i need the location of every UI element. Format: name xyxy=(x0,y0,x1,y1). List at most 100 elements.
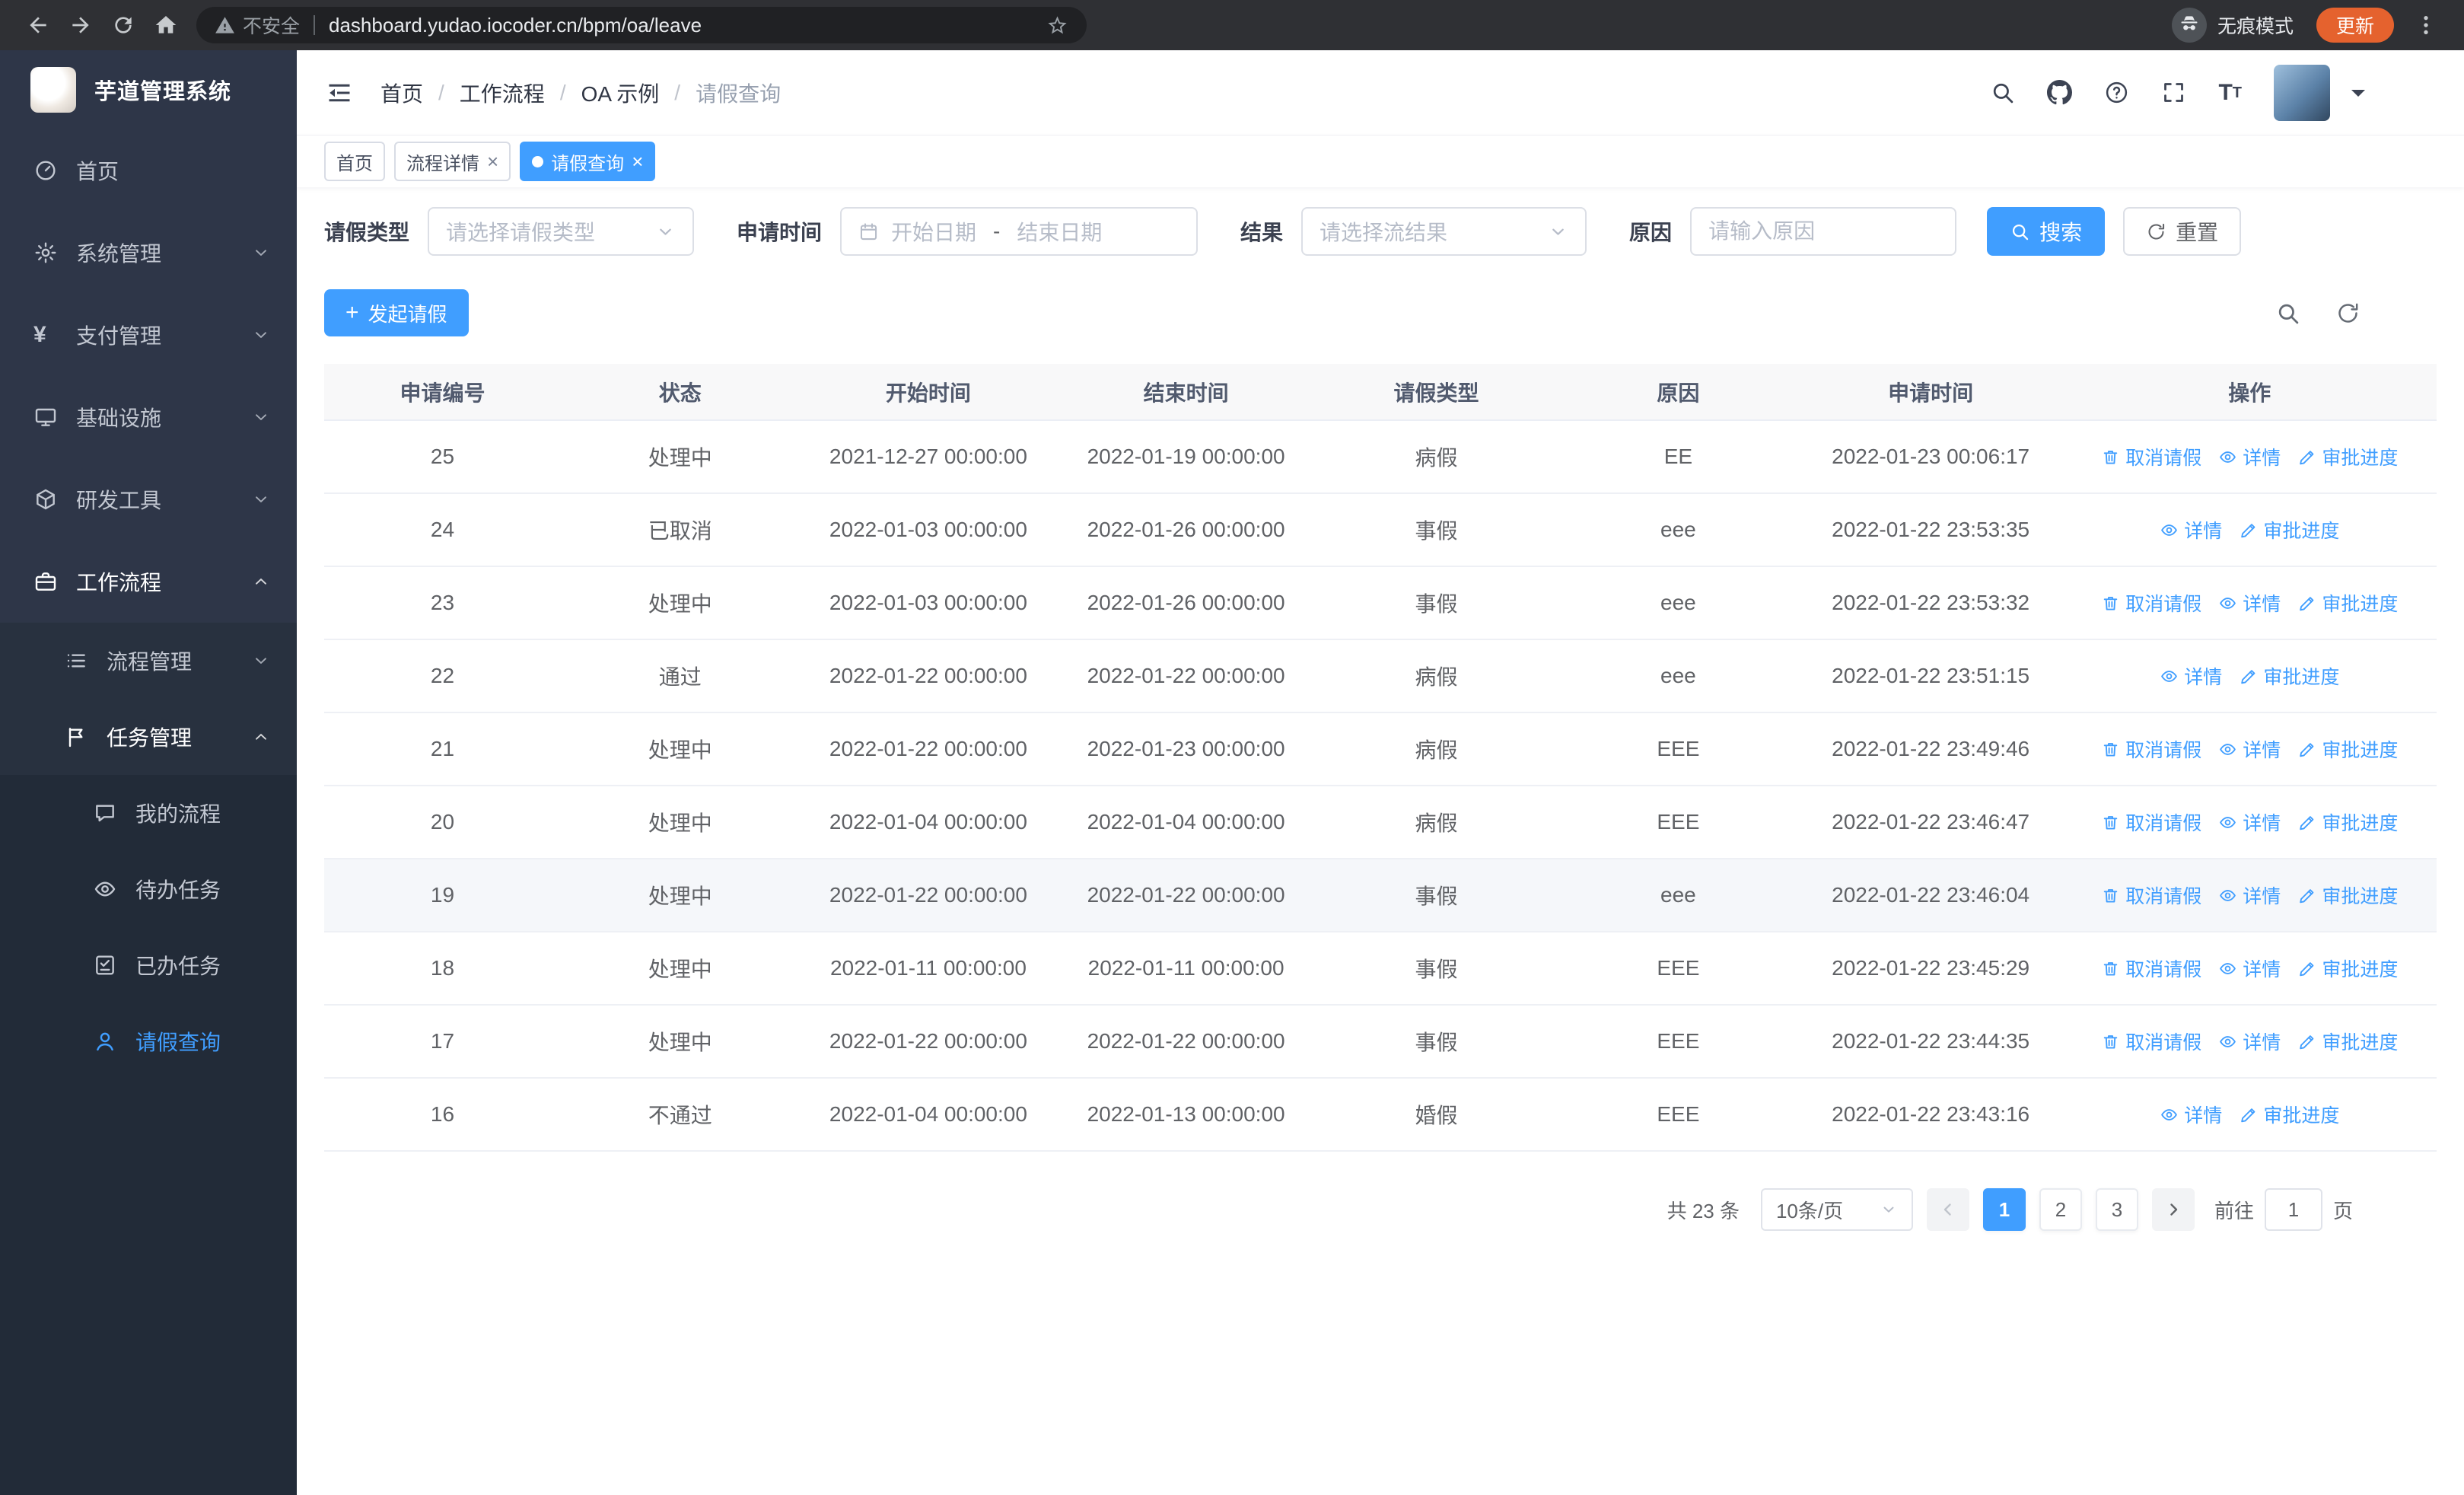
detail-link[interactable]: 详情 xyxy=(2218,735,2281,763)
chrome-update-button[interactable]: 更新 xyxy=(2316,8,2394,43)
approval-progress-link[interactable]: 审批进度 xyxy=(2239,1101,2339,1128)
table-row: 17 处理中 2022-01-22 00:00:00 2022-01-22 00:00… xyxy=(324,1005,2437,1079)
leave-type-select[interactable]: 请选择请假类型 xyxy=(428,207,695,256)
sidebar-item-payment[interactable]: ¥ 支付管理 xyxy=(0,294,297,376)
sidebar: 芋道管理系统 首页 系统管理 ¥ 支付管理 基础设施 研发工具 工作流程 流程管理 任务管理 我的… xyxy=(0,50,297,1495)
approval-progress-link[interactable]: 审批进度 xyxy=(2297,589,2398,617)
cell-reason: EEE xyxy=(1558,1005,1799,1079)
browser-forward-button[interactable] xyxy=(59,4,102,46)
cancel-leave-link[interactable]: 取消请假 xyxy=(2101,881,2201,909)
prev-page-button[interactable] xyxy=(1926,1188,1969,1231)
tab-label: 请假查询 xyxy=(551,153,625,174)
github-icon[interactable] xyxy=(2047,80,2073,105)
breadcrumb-oa-example[interactable]: OA 示例 xyxy=(581,78,660,108)
approval-progress-link[interactable]: 审批进度 xyxy=(2239,662,2339,690)
result-select[interactable]: 请选择流结果 xyxy=(1301,207,1587,256)
cell-start-time: 2022-01-04 00:00:00 xyxy=(799,1078,1058,1152)
page-button-1[interactable]: 1 xyxy=(1982,1188,2026,1231)
tab-home[interactable]: 首页 xyxy=(324,142,385,181)
approval-progress-link[interactable]: 审批进度 xyxy=(2297,955,2398,982)
cancel-leave-link[interactable]: 取消请假 xyxy=(2101,735,2201,763)
sidebar-item-system[interactable]: 系统管理 xyxy=(0,212,297,294)
cell-reason: EEE xyxy=(1558,712,1799,786)
page-button-3[interactable]: 3 xyxy=(2095,1188,2138,1231)
eye-icon xyxy=(2218,886,2237,905)
sidebar-item-devtools[interactable]: 研发工具 xyxy=(0,458,297,540)
approval-progress-link[interactable]: 审批进度 xyxy=(2297,808,2398,836)
sidebar-fill xyxy=(0,1079,297,1495)
sidebar-item-home[interactable]: 首页 xyxy=(0,129,297,212)
bookmark-star-icon[interactable] xyxy=(1046,14,1068,37)
browser-reload-button[interactable] xyxy=(102,4,145,46)
trash-icon xyxy=(2101,594,2120,613)
cancel-leave-link[interactable]: 取消请假 xyxy=(2101,808,2201,836)
apply-time-range-picker[interactable]: 开始日期 - 结束日期 xyxy=(840,207,1199,256)
detail-link[interactable]: 详情 xyxy=(2218,1028,2281,1055)
sidebar-item-done-tasks[interactable]: 已办任务 xyxy=(0,927,297,1003)
task-icon xyxy=(64,725,90,749)
toggle-search-icon[interactable] xyxy=(2275,301,2300,326)
sidebar-item-task-management[interactable]: 任务管理 xyxy=(0,699,297,775)
cell-reason: eee xyxy=(1558,566,1799,640)
refresh-table-icon[interactable] xyxy=(2335,301,2361,326)
approval-progress-link[interactable]: 审批进度 xyxy=(2239,516,2339,543)
browser-back-button[interactable] xyxy=(17,4,59,46)
screen: 不安全 dashboard.yudao.iocoder.cn/bpm/oa/le… xyxy=(0,0,2464,1495)
sidebar-item-process-management[interactable]: 流程管理 xyxy=(0,623,297,699)
sidebar-item-todo-tasks[interactable]: 待办任务 xyxy=(0,851,297,927)
cell-actions: 详情 审批进度 xyxy=(2062,493,2437,567)
fullscreen-icon[interactable] xyxy=(2161,80,2186,105)
cancel-leave-link[interactable]: 取消请假 xyxy=(2101,589,2201,617)
sidebar-item-leave-query[interactable]: 请假查询 xyxy=(0,1003,297,1079)
cancel-leave-link[interactable]: 取消请假 xyxy=(2101,1028,2201,1055)
help-icon[interactable] xyxy=(2104,80,2129,105)
detail-link[interactable]: 详情 xyxy=(2218,443,2281,470)
breadcrumb-current: 请假查询 xyxy=(696,81,782,106)
pen-icon xyxy=(2297,813,2316,832)
detail-link[interactable]: 详情 xyxy=(2218,589,2281,617)
approval-progress-link[interactable]: 审批进度 xyxy=(2297,881,2398,909)
create-leave-button[interactable]: + 发起请假 xyxy=(324,289,469,336)
avatar[interactable] xyxy=(2274,64,2330,121)
goto-page-input[interactable] xyxy=(2264,1188,2322,1231)
detail-link[interactable]: 详情 xyxy=(2218,881,2281,909)
sidebar-menu: 首页 系统管理 ¥ 支付管理 基础设施 研发工具 工作流程 流程管理 任务管理 我的流程 待办任务已… xyxy=(0,129,297,1079)
url-bar[interactable]: 不安全 dashboard.yudao.iocoder.cn/bpm/oa/le… xyxy=(196,7,1087,43)
breadcrumb-home[interactable]: 首页 xyxy=(380,78,423,108)
detail-link[interactable]: 详情 xyxy=(2218,955,2281,982)
detail-link[interactable]: 详情 xyxy=(2160,1101,2222,1128)
logo[interactable]: 芋道管理系统 xyxy=(0,50,297,129)
approval-progress-link[interactable]: 审批进度 xyxy=(2297,735,2398,763)
search-icon[interactable] xyxy=(1990,80,2015,105)
tab-leave-query[interactable]: 请假查询 × xyxy=(520,142,656,181)
browser-menu-icon[interactable] xyxy=(2405,4,2447,46)
detail-link[interactable]: 详情 xyxy=(2218,808,2281,836)
browser-home-button[interactable] xyxy=(145,4,187,46)
reason-input[interactable] xyxy=(1708,219,1939,244)
detail-link[interactable]: 详情 xyxy=(2160,662,2222,690)
search-button[interactable]: 搜索 xyxy=(1987,207,2106,256)
cancel-leave-link[interactable]: 取消请假 xyxy=(2101,443,2201,470)
cell-start-time: 2022-01-03 00:00:00 xyxy=(799,493,1058,567)
reset-button-label: 重置 xyxy=(2176,221,2219,244)
pen-icon xyxy=(2297,1032,2316,1051)
sidebar-item-infrastructure[interactable]: 基础设施 xyxy=(0,376,297,458)
page-button-2[interactable]: 2 xyxy=(2039,1188,2082,1231)
font-size-icon[interactable]: TT xyxy=(2218,81,2242,104)
cancel-leave-link[interactable]: 取消请假 xyxy=(2101,955,2201,982)
eye-icon xyxy=(2218,959,2237,978)
sidebar-item-my-process[interactable]: 我的流程 xyxy=(0,775,297,851)
reset-button[interactable]: 重置 xyxy=(2123,207,2242,256)
next-page-button[interactable] xyxy=(2151,1188,2195,1231)
breadcrumb-workflow[interactable]: 工作流程 xyxy=(460,78,545,108)
cell-leave-type: 事假 xyxy=(1314,859,1558,932)
approval-progress-link[interactable]: 审批进度 xyxy=(2297,443,2398,470)
close-icon[interactable]: × xyxy=(487,151,498,171)
tab-process-detail[interactable]: 流程详情 × xyxy=(394,142,511,181)
detail-link[interactable]: 详情 xyxy=(2160,516,2222,543)
sidebar-item-workflow[interactable]: 工作流程 xyxy=(0,540,297,623)
approval-progress-link[interactable]: 审批进度 xyxy=(2297,1028,2398,1055)
page-size-select[interactable]: 10条/页 xyxy=(1760,1188,1913,1231)
collapse-sidebar-icon[interactable] xyxy=(318,72,361,114)
close-icon[interactable]: × xyxy=(632,151,643,171)
